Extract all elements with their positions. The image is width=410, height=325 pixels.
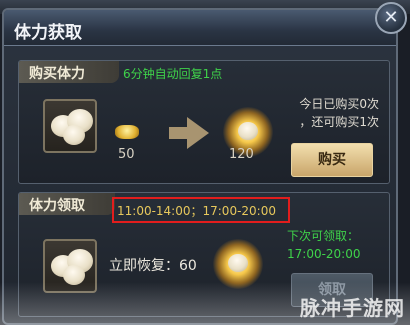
buy-count-remaining: ，还可购买1次 [299, 115, 379, 129]
buy-button[interactable]: 购买 [291, 143, 373, 177]
panel-title: 体力获取 [14, 23, 82, 43]
close-button[interactable]: ✕ [375, 2, 407, 34]
claim-time-windows: 11:00-14:00；17:00-20:00 [117, 204, 276, 218]
buy-count-status: 今日已购买0次 ，还可购买1次 [259, 95, 379, 131]
buy-section-title: 购买体力 [29, 66, 85, 82]
recover-amount: 立即恢复：60 [109, 258, 197, 274]
next-claim-time: 17:00-20:00 [287, 247, 361, 261]
site-watermark: 脉冲手游网 [300, 296, 405, 320]
buy-gain: 120 [229, 147, 254, 162]
arrow-right-icon [169, 127, 189, 139]
auto-recover-note: 6分钟自动回复1点 [123, 67, 223, 81]
title-bar: 体力获取 [4, 10, 396, 46]
arrow-head-icon [187, 117, 209, 149]
close-icon: ✕ [383, 7, 399, 28]
buy-cost: 50 [118, 147, 135, 162]
claim-section-header: 体力领取 [19, 193, 115, 215]
next-claim-label: 下次可领取： [287, 229, 360, 243]
buy-stamina-section: 购买体力 6分钟自动回复1点 50 120 今日已购买0次 ，还可购买1次 购买 [18, 60, 390, 184]
bun-item-icon [43, 99, 97, 153]
claim-section-title: 体力领取 [29, 198, 85, 214]
buy-count-today: 今日已购买0次 [299, 97, 379, 111]
next-claim-info: 下次可领取： 17:00-20:00 [287, 227, 361, 263]
stamina-panel: 体力获取 购买体力 6分钟自动回复1点 50 120 今日已购买0次 ，还可购买… [2, 8, 398, 325]
buy-section-header: 购买体力 [19, 61, 119, 83]
gold-ingot-icon [115, 125, 139, 139]
